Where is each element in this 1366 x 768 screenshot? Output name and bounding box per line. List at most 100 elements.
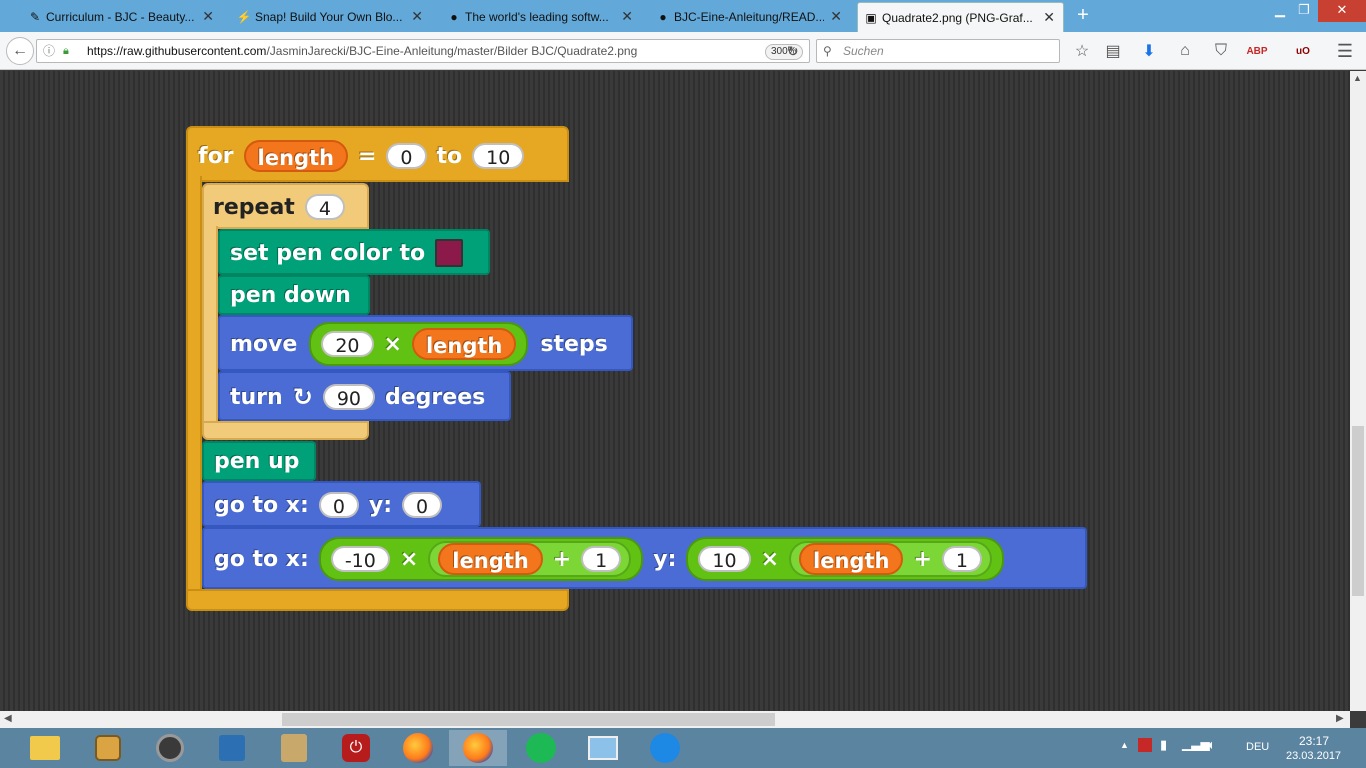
- image-icon: ▣: [865, 11, 877, 25]
- tab-bar: ✎ Curriculum - BJC - Beauty... ✕ ⚡ Snap! Bu…: [0, 0, 1366, 32]
- repeat-block-arm: [202, 226, 218, 426]
- tab-quadrate2[interactable]: ▣ Quadrate2.png (PNG-Graf... ✕: [857, 2, 1064, 32]
- search-placeholder: Suchen: [843, 44, 884, 58]
- scroll-right-icon[interactable]: ▶: [1336, 713, 1344, 724]
- app-icon[interactable]: [79, 730, 137, 766]
- file-explorer-icon[interactable]: [16, 730, 74, 766]
- for-keyword: for: [198, 143, 234, 169]
- puzzle-icon: ✎: [29, 10, 41, 24]
- tab-snap[interactable]: ⚡ Snap! Build Your Own Blo... ✕: [231, 2, 431, 32]
- times-sign: ×: [383, 331, 402, 357]
- antivirus-icon[interactable]: [1138, 738, 1152, 752]
- maximize-icon[interactable]: ❐: [1292, 0, 1316, 22]
- vertical-scrollbar[interactable]: ▲: [1350, 71, 1366, 711]
- snap-icon: ⚡: [236, 10, 252, 24]
- close-tab-icon[interactable]: ✕: [202, 8, 214, 25]
- spotify-icon[interactable]: [512, 730, 570, 766]
- for-from-input[interactable]: 0: [386, 143, 427, 169]
- close-tab-icon[interactable]: ✕: [1043, 9, 1055, 26]
- close-tab-icon[interactable]: ✕: [411, 8, 423, 25]
- x-factor-input[interactable]: -10: [330, 546, 390, 572]
- go-to-x-input[interactable]: 0: [318, 492, 359, 518]
- minimize-icon[interactable]: ▁: [1268, 0, 1292, 22]
- github-icon: ●: [659, 10, 667, 24]
- y-plus-operator[interactable]: length + 1: [789, 541, 992, 577]
- y-multiply-operator[interactable]: 10 × length + 1: [686, 537, 1004, 581]
- turn-degrees-input[interactable]: 90: [322, 384, 375, 410]
- turn-row: turn ↻ 90 degrees: [230, 379, 485, 415]
- for-variable[interactable]: length: [243, 140, 348, 172]
- steps-label: steps: [540, 331, 608, 357]
- y-label: y:: [653, 546, 677, 572]
- x-multiply-operator[interactable]: -10 × length + 1: [318, 537, 644, 581]
- repeat-count-input[interactable]: 4: [304, 194, 345, 220]
- move-length-variable[interactable]: length: [411, 328, 517, 360]
- firefox-active-icon[interactable]: [449, 730, 507, 766]
- repeat-keyword: repeat: [213, 194, 295, 220]
- search-icon: ⚲: [823, 44, 832, 58]
- clock-time[interactable]: 23:17: [1299, 734, 1329, 748]
- x-length-variable[interactable]: length: [438, 543, 543, 575]
- tab-github-readme[interactable]: ● BJC-Eine-Anleitung/READ... ✕: [650, 2, 850, 32]
- degrees-label: degrees: [385, 384, 486, 410]
- close-window-icon[interactable]: ✕: [1318, 0, 1366, 22]
- close-tab-icon[interactable]: ✕: [621, 8, 633, 25]
- y-factor-input[interactable]: 10: [698, 546, 751, 572]
- scroll-left-icon[interactable]: ◀: [4, 713, 12, 724]
- turn-keyword: turn: [230, 384, 283, 410]
- move-keyword: move: [230, 331, 298, 357]
- firefox-icon[interactable]: [389, 730, 447, 766]
- search-input[interactable]: ⚲ Suchen: [816, 39, 1060, 63]
- scroll-up-icon[interactable]: ▲: [1353, 73, 1362, 83]
- repeat-header: repeat 4: [213, 189, 345, 225]
- tab-curriculum[interactable]: ✎ Curriculum - BJC - Beauty... ✕: [22, 2, 222, 32]
- photos-icon[interactable]: [574, 730, 632, 766]
- multiply-operator[interactable]: 20 × length: [309, 322, 529, 366]
- y-length-variable[interactable]: length: [799, 543, 904, 575]
- horizontal-scrollbar[interactable]: ◀ ▶: [0, 711, 1350, 728]
- document-app-icon[interactable]: [265, 730, 323, 766]
- bookmark-star-icon[interactable]: ☆: [1068, 37, 1096, 65]
- info-icon[interactable]: ⓘ: [43, 40, 55, 62]
- volume-icon[interactable]: 🔈︎: [1208, 737, 1216, 753]
- tab-github-home[interactable]: ● The world's leading softw... ✕: [441, 2, 641, 32]
- back-button[interactable]: ←: [6, 37, 34, 65]
- y-label: y:: [368, 492, 393, 518]
- battery-icon[interactable]: ▮: [1160, 737, 1167, 753]
- go-to-origin-row: go to x: 0 y: 0: [214, 487, 443, 523]
- network-icon[interactable]: ▁▃▅: [1182, 737, 1210, 751]
- for-block-foot: [186, 589, 569, 611]
- go-to-y-input[interactable]: 0: [402, 492, 443, 518]
- adblock-icon[interactable]: ABP: [1243, 37, 1271, 65]
- tray-expand-icon[interactable]: ▲: [1120, 740, 1129, 750]
- url-path: /JasminJarecki/BJC-Eine-Anleitung/master…: [266, 44, 638, 58]
- language-indicator[interactable]: DEU: [1246, 741, 1269, 753]
- times-sign: ×: [399, 546, 419, 572]
- settings-app-icon[interactable]: [203, 730, 261, 766]
- download-icon[interactable]: ⬇: [1135, 37, 1163, 65]
- sync-app-icon[interactable]: [636, 730, 694, 766]
- reading-list-icon[interactable]: ▤: [1099, 37, 1127, 65]
- tab-label: Curriculum - BJC - Beauty...: [46, 10, 195, 24]
- pen-color-swatch[interactable]: [435, 239, 464, 267]
- y-addend-input[interactable]: 1: [941, 546, 982, 572]
- close-tab-icon[interactable]: ✕: [830, 8, 842, 25]
- power-app-icon[interactable]: ⏻: [327, 730, 385, 766]
- for-to-input[interactable]: 10: [472, 143, 525, 169]
- horizontal-scroll-thumb[interactable]: [282, 713, 775, 726]
- ublock-icon[interactable]: uO: [1289, 37, 1317, 65]
- pocket-icon[interactable]: ⛉: [1207, 37, 1235, 65]
- home-icon[interactable]: ⌂: [1171, 37, 1199, 65]
- url-bar[interactable]: ⓘ 🔒︎ https://raw.githubusercontent.com/J…: [36, 39, 810, 63]
- clock-date[interactable]: 23.03.2017: [1286, 750, 1341, 762]
- vertical-scroll-thumb[interactable]: [1352, 426, 1364, 596]
- speaker-app-icon[interactable]: [141, 730, 199, 766]
- menu-icon[interactable]: ☰: [1331, 37, 1359, 65]
- reload-icon[interactable]: ↻: [787, 40, 799, 62]
- x-addend-input[interactable]: 1: [581, 546, 622, 572]
- move-factor-input[interactable]: 20: [321, 331, 374, 357]
- x-plus-operator[interactable]: length + 1: [428, 541, 632, 577]
- new-tab-button[interactable]: +: [1072, 5, 1094, 27]
- to-keyword: to: [436, 143, 463, 169]
- taskbar: ⏻ ▲ ▮ ▁▃▅ 🔈︎ DEU 23:17 23.03.2017: [0, 728, 1366, 768]
